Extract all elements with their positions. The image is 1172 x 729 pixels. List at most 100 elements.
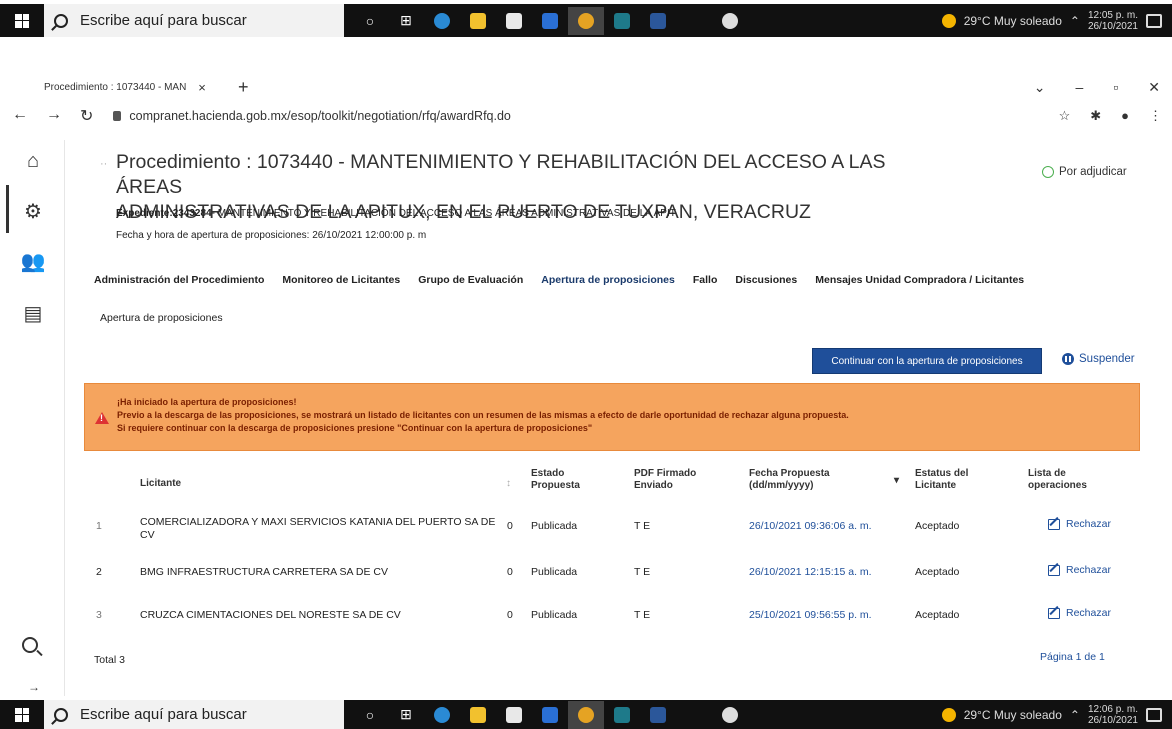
row-pdf: T E [634, 566, 651, 578]
edge-icon[interactable] [424, 701, 460, 729]
edge-icon[interactable] [424, 7, 460, 35]
chrome-icon[interactable] [568, 700, 604, 729]
clock[interactable]: 12:05 p. m. 26/10/2021 [1088, 10, 1138, 32]
collapse-icon[interactable]: ·· [100, 158, 107, 170]
tab-administracion[interactable]: Administración del Procedimiento [94, 274, 264, 286]
menu-icon[interactable]: ⋮ [1149, 108, 1162, 124]
taskbar-bottom: Escribe aquí para buscar ○ ⊞ 29°C Muy so… [0, 700, 1172, 729]
col-estado-line2: Propuesta [531, 480, 580, 491]
clock-time: 12:05 p. m. [1087, 9, 1138, 21]
weather-icon [941, 707, 956, 722]
warning-icon [95, 412, 109, 424]
col-fecha-line1: Fecha Propuesta [749, 468, 830, 479]
tab-monitoreo[interactable]: Monitoreo de Licitantes [282, 274, 400, 286]
notification-icon[interactable] [1146, 707, 1162, 722]
lock-icon[interactable] [113, 111, 122, 121]
col-pdf-line2: Enviado [634, 480, 673, 491]
browser-tab[interactable]: Procedimiento : 1073440 - MAN × [44, 80, 224, 95]
search-icon [54, 707, 68, 722]
start-button[interactable] [0, 700, 44, 729]
windows-icon [15, 707, 29, 722]
reject-button[interactable]: Rechazar [1048, 607, 1111, 619]
word-icon[interactable] [640, 7, 676, 35]
col-licitante[interactable]: Licitante [140, 478, 181, 490]
tab-discusiones[interactable]: Discusiones [735, 274, 797, 286]
store-icon[interactable] [496, 701, 532, 729]
notification-icon[interactable] [1146, 13, 1162, 28]
tab-grupo-evaluacion[interactable]: Grupo de Evaluación [418, 274, 523, 286]
users-icon[interactable]: 👥 [20, 248, 46, 274]
url-field[interactable]: compranet.hacienda.gob.mx/esop/toolkit/n… [129, 109, 510, 123]
reload-icon[interactable]: ↻ [80, 106, 93, 126]
close-window-icon[interactable]: ✕ [1148, 79, 1160, 96]
expand-arrow-icon[interactable]: → [28, 680, 40, 694]
back-icon[interactable]: ← [12, 106, 28, 126]
procedures-icon[interactable]: ⚙ [20, 198, 46, 224]
reject-button[interactable]: Rechazar [1048, 518, 1111, 530]
col-estatus-line2: Licitante [915, 480, 957, 491]
tab-fallo[interactable]: Fallo [693, 274, 718, 286]
weather-text[interactable]: 29°C Muy soleado [964, 14, 1062, 28]
tray-chevron-icon[interactable]: ⌃ [1070, 14, 1080, 28]
col-pdf[interactable]: PDF Firmado Enviado [634, 468, 696, 492]
clock-time: 12:06 p. m. [1087, 703, 1138, 715]
continue-button[interactable]: Continuar con la apertura de proposicion… [812, 348, 1042, 374]
file-explorer-icon[interactable] [460, 701, 496, 729]
cortana-icon[interactable]: ○ [352, 701, 388, 729]
suspend-button[interactable]: Suspender [1062, 353, 1135, 365]
home-icon[interactable]: ⌂ [20, 148, 46, 174]
pagination[interactable]: Página 1 de 1 [1040, 651, 1105, 663]
sort-icon[interactable]: ↕ [506, 478, 511, 490]
mail-icon[interactable] [532, 701, 568, 729]
profile-icon[interactable]: ● [1121, 108, 1129, 124]
col-estatus[interactable]: Estatus del Licitante [915, 468, 968, 492]
store-icon[interactable] [496, 7, 532, 35]
maximize-icon[interactable]: ▫ [1113, 79, 1118, 96]
word-icon[interactable] [640, 701, 676, 729]
mail-icon[interactable] [532, 7, 568, 35]
taskbar-search[interactable]: Escribe aquí para buscar [44, 4, 344, 37]
row-estado: Publicada [531, 566, 578, 578]
minimize-icon[interactable]: – [1076, 79, 1084, 96]
tab-search-icon[interactable]: ⌄ [1034, 79, 1046, 96]
tray-chevron-icon[interactable]: ⌃ [1070, 708, 1080, 722]
weather-text[interactable]: 29°C Muy soleado [964, 708, 1062, 722]
col-fecha[interactable]: Fecha Propuesta (dd/mm/yyyy) [749, 468, 830, 492]
row-licitante[interactable]: BMG INFRAESTRUCTURA CARRETERA SA DE CV [140, 566, 500, 578]
app-icon[interactable] [604, 701, 640, 729]
reject-button[interactable]: Rechazar [1048, 564, 1111, 576]
row-number: 3 [96, 609, 102, 621]
task-view-icon[interactable]: ⊞ [388, 701, 424, 729]
section-title: Apertura de proposiciones [100, 312, 223, 324]
new-tab-icon[interactable]: + [238, 77, 249, 98]
file-explorer-icon[interactable] [460, 7, 496, 35]
help-icon[interactable] [712, 7, 748, 35]
cortana-icon[interactable]: ○ [352, 7, 388, 35]
row-licitante[interactable]: COMERCIALIZADORA Y MAXI SERVICIOS KATANI… [140, 516, 500, 542]
taskbar-search[interactable]: Escribe aquí para buscar [44, 700, 344, 729]
tab-mensajes[interactable]: Mensajes Unidad Compradora / Licitantes [815, 274, 1024, 286]
documents-icon[interactable]: ▤ [20, 300, 46, 326]
sort-desc-icon[interactable]: ▾ [894, 475, 899, 487]
edit-icon [1048, 564, 1060, 576]
extensions-icon[interactable]: ✱ [1090, 108, 1101, 124]
col-estado[interactable]: Estado Propuesta [531, 468, 580, 492]
search-icon[interactable] [22, 637, 38, 653]
weather-icon [941, 13, 956, 28]
task-view-icon[interactable]: ⊞ [388, 7, 424, 35]
forward-icon[interactable]: → [46, 106, 62, 126]
reject-label: Rechazar [1066, 564, 1111, 576]
chrome-icon[interactable] [568, 6, 604, 35]
bookmark-star-icon[interactable]: ☆ [1059, 108, 1071, 124]
help-icon[interactable] [712, 701, 748, 729]
start-button[interactable] [0, 4, 44, 37]
row-fecha: 25/10/2021 09:56:55 p. m. [749, 609, 872, 621]
clock[interactable]: 12:06 p. m. 26/10/2021 [1088, 704, 1138, 726]
tab-apertura[interactable]: Apertura de proposiciones [541, 274, 675, 286]
row-licitante[interactable]: CRUZCA CIMENTACIONES DEL NORESTE SA DE C… [140, 609, 500, 621]
tab-close-icon[interactable]: × [198, 80, 206, 95]
row-estado: Publicada [531, 609, 578, 621]
app-icon[interactable] [604, 7, 640, 35]
suspend-label: Suspender [1079, 353, 1135, 365]
col-operaciones: Lista de operaciones [1028, 468, 1087, 492]
